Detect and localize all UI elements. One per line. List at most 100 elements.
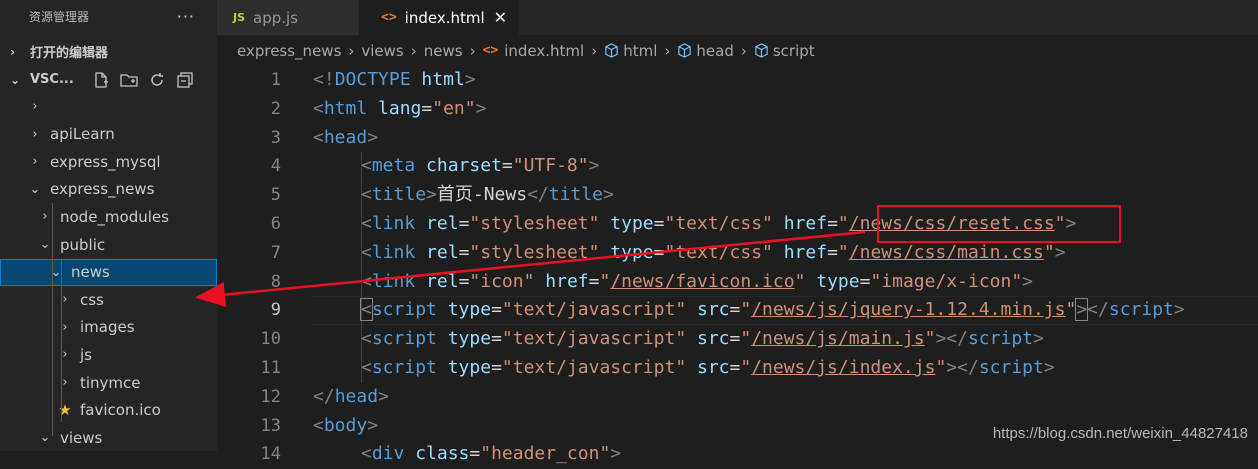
indent-guide — [52, 203, 53, 436]
code-editor[interactable]: 1 <!DOCTYPE html> 2 <html lang="en"> 3 <head>… — [217, 66, 1258, 464]
code-line[interactable]: <div class="header_con"> — [361, 440, 621, 469]
tree-item[interactable]: › — [0, 93, 217, 120]
breadcrumb-item[interactable]: news — [424, 42, 463, 60]
breadcrumb-item[interactable]: express_news — [237, 42, 341, 60]
tab-app-js[interactable]: JS app.js — [217, 0, 359, 35]
tree-item[interactable]: ⌄ news — [0, 258, 217, 286]
tree-item[interactable]: › js — [0, 341, 217, 368]
code-token: type — [816, 270, 860, 292]
tab-bar: JS app.js <> index.html ✕ — [217, 0, 1258, 35]
code-token: /news/js/main.js — [751, 328, 925, 350]
tree-item[interactable]: ★ favicon.ico — [0, 397, 217, 424]
code-token: < — [361, 443, 372, 465]
line-number: 14 — [260, 444, 281, 465]
line-number: 1 — [270, 70, 281, 90]
code-line[interactable]: <title>首页-News</title> — [361, 181, 614, 210]
tree-item[interactable]: › css — [0, 286, 217, 313]
code-token: = — [729, 357, 741, 378]
chevron-right-icon: › — [664, 41, 671, 60]
breadcrumb-item[interactable]: head — [696, 42, 733, 60]
code-line[interactable]: <meta charset="UTF-8"> — [361, 152, 599, 181]
code-line[interactable]: <script type="text/javascript" src="/new… — [361, 354, 1055, 383]
code-token: = — [458, 213, 470, 234]
code-token: </ — [957, 357, 979, 378]
tree-item[interactable]: › node_modules — [0, 203, 217, 230]
code-line[interactable]: <!DOCTYPE html> — [313, 66, 476, 95]
breadcrumb-item[interactable]: script — [773, 42, 815, 60]
more-actions-icon[interactable]: ··· — [177, 7, 195, 26]
code-token: " — [740, 299, 752, 321]
explorer-sidebar: 资源管理器 ··· › 打开的编辑器 ⌄ VSC... › › apiLearn › e… — [0, 0, 217, 451]
chevron-down-icon: ⌄ — [10, 72, 21, 87]
tree-item-label: news — [71, 263, 110, 282]
breadcrumb-item[interactable]: index.html — [504, 42, 584, 60]
code-token: < — [313, 414, 324, 436]
code-token: = — [859, 270, 871, 292]
code-token: = — [827, 213, 838, 234]
code-token: html — [421, 69, 465, 90]
code-token: type — [447, 357, 492, 378]
new-folder-icon[interactable] — [120, 71, 138, 89]
code-token: type — [610, 241, 654, 263]
symbol-element-icon — [605, 43, 618, 58]
tab-label: app.js — [253, 8, 299, 27]
code-line[interactable]: </head> — [313, 383, 389, 412]
refresh-icon[interactable] — [148, 71, 166, 89]
code-token: div — [371, 443, 405, 465]
workspace-section[interactable]: ⌄ VSC... — [0, 66, 217, 93]
code-line[interactable]: <head> — [313, 124, 378, 153]
code-line[interactable]: <script type="text/javascript" src="/new… — [360, 296, 1185, 325]
code-token: title — [371, 184, 427, 206]
code-token: type — [447, 328, 492, 350]
tree-item[interactable]: › apiLearn — [0, 121, 217, 148]
code-token: "text/javascript" — [501, 357, 687, 378]
line-number: 9 — [270, 300, 281, 321]
breadcrumb-item[interactable]: html — [623, 42, 657, 60]
code-line[interactable]: <html lang="en"> — [313, 95, 486, 124]
code-token: = — [458, 270, 470, 292]
code-token: src — [697, 299, 730, 321]
code-token: = — [729, 328, 741, 350]
code-line[interactable]: <body> — [313, 412, 378, 441]
chevron-right-icon: › — [591, 41, 598, 60]
code-token: src — [697, 328, 730, 350]
code-token: > — [946, 357, 958, 378]
code-token: type — [610, 213, 654, 234]
code-token: > — [464, 69, 476, 90]
code-token: < — [361, 184, 372, 206]
code-token: "text/javascript" — [501, 299, 687, 321]
code-line[interactable]: <link rel="icon" href="/news/favicon.ico… — [361, 268, 1033, 297]
tree-item-label: views — [60, 428, 103, 447]
tree-item-label: express_news — [50, 180, 155, 199]
open-editors-section[interactable]: › 打开的编辑器 — [0, 38, 217, 65]
code-token: > — [367, 414, 379, 436]
tree-item[interactable]: › express_mysql — [0, 148, 217, 175]
code-token: class — [415, 443, 470, 465]
tree-item[interactable]: ⌄ views — [0, 424, 217, 451]
code-token: title — [548, 184, 603, 206]
code-token: > — [1033, 328, 1044, 350]
code-token: /news/js/index.js — [751, 357, 936, 378]
code-line[interactable]: <link rel="stylesheet" type="text/css" h… — [361, 239, 1066, 268]
tree-item[interactable]: › tinymce — [0, 369, 217, 396]
tree-item[interactable]: ⌄ public — [0, 231, 217, 258]
open-editors-label: 打开的编辑器 — [30, 46, 109, 61]
tree-item-label: public — [60, 235, 106, 254]
tree-item[interactable]: › images — [0, 314, 217, 341]
tab-index-html[interactable]: <> index.html ✕ — [359, 0, 519, 35]
code-token: < — [361, 328, 372, 350]
close-icon[interactable]: ✕ — [494, 8, 507, 27]
code-token: lang — [378, 97, 422, 119]
line-number: 6 — [270, 214, 281, 234]
collapse-all-icon[interactable] — [176, 71, 194, 89]
breadcrumb-item[interactable]: views — [361, 42, 403, 60]
tree-item[interactable]: ⌄ express_news — [0, 176, 217, 203]
code-line[interactable]: <script type="text/javascript" src="/new… — [361, 325, 1044, 354]
new-file-icon[interactable] — [92, 71, 110, 89]
